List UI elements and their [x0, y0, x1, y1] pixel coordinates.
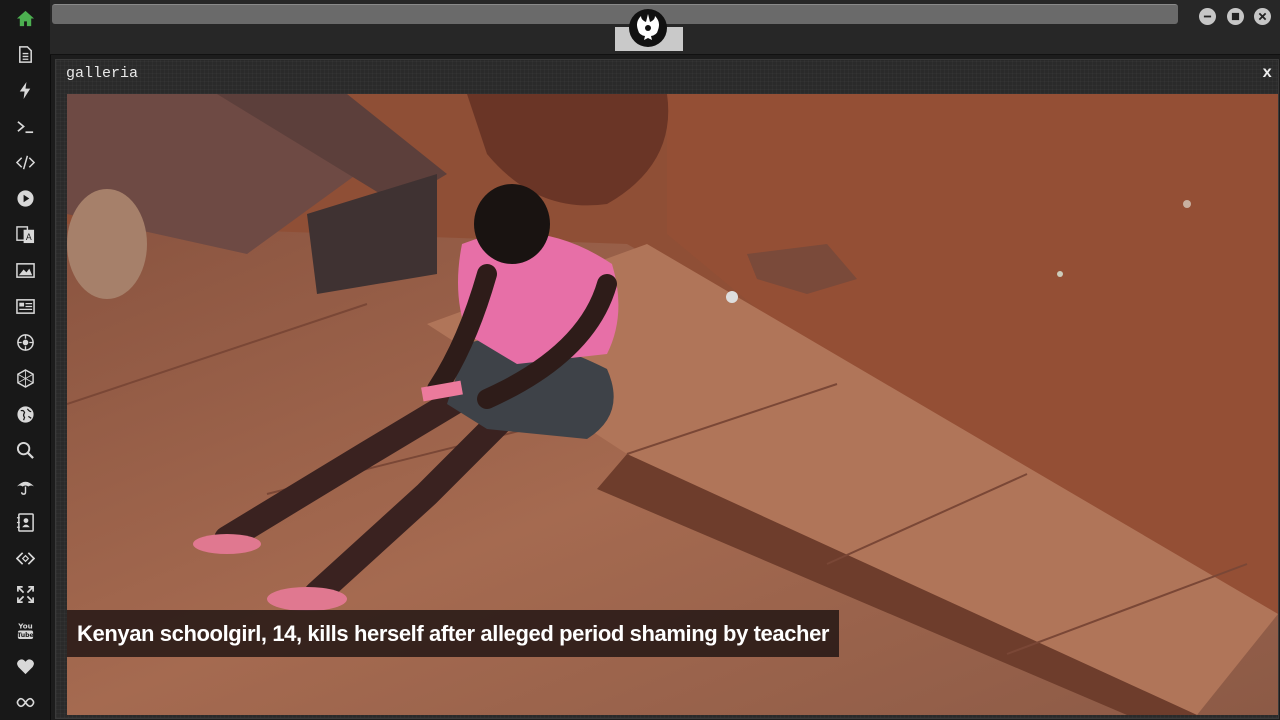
- window-close-button[interactable]: x: [1262, 64, 1272, 82]
- umbrella-icon[interactable]: [13, 474, 37, 498]
- svg-text:Tube: Tube: [17, 632, 34, 639]
- code-icon[interactable]: [13, 150, 37, 174]
- hexagon-icon[interactable]: [13, 366, 37, 390]
- play-icon[interactable]: [13, 186, 37, 210]
- top-bar: [50, 0, 1280, 55]
- svg-text:A: A: [25, 233, 31, 243]
- minimize-icon[interactable]: [1199, 8, 1216, 25]
- app-dock: A You Tube: [0, 0, 51, 720]
- terminal-icon[interactable]: [13, 114, 37, 138]
- photo-caption: Kenyan schoolgirl, 14, kills herself aft…: [67, 610, 840, 657]
- fullscreen-icon[interactable]: [13, 582, 37, 606]
- svg-text:You: You: [17, 621, 32, 630]
- globe-icon[interactable]: [13, 402, 37, 426]
- infinity-icon[interactable]: [13, 690, 37, 714]
- gallery-photo[interactable]: Kenyan schoolgirl, 14, kills herself aft…: [67, 94, 1278, 715]
- heart-icon[interactable]: [13, 654, 37, 678]
- address-bar[interactable]: [52, 4, 1178, 24]
- close-icon[interactable]: [1254, 8, 1271, 25]
- maximize-icon[interactable]: [1227, 8, 1244, 25]
- lightning-icon[interactable]: [13, 78, 37, 102]
- translate-icon[interactable]: A: [13, 222, 37, 246]
- image-icon[interactable]: [13, 258, 37, 282]
- rebel-alliance-icon[interactable]: [628, 8, 668, 48]
- youtube-icon[interactable]: You Tube: [13, 618, 37, 642]
- window-title: galleria: [66, 65, 139, 82]
- document-icon[interactable]: [13, 42, 37, 66]
- settings-icon[interactable]: [13, 330, 37, 354]
- home-icon[interactable]: [13, 6, 37, 30]
- search-icon[interactable]: [13, 438, 37, 462]
- news-icon[interactable]: [13, 294, 37, 318]
- gallery-window: galleria x Kenyan schoolgirl, 14, kills …: [55, 59, 1279, 719]
- contact-icon[interactable]: [13, 510, 37, 534]
- embed-icon[interactable]: [13, 546, 37, 570]
